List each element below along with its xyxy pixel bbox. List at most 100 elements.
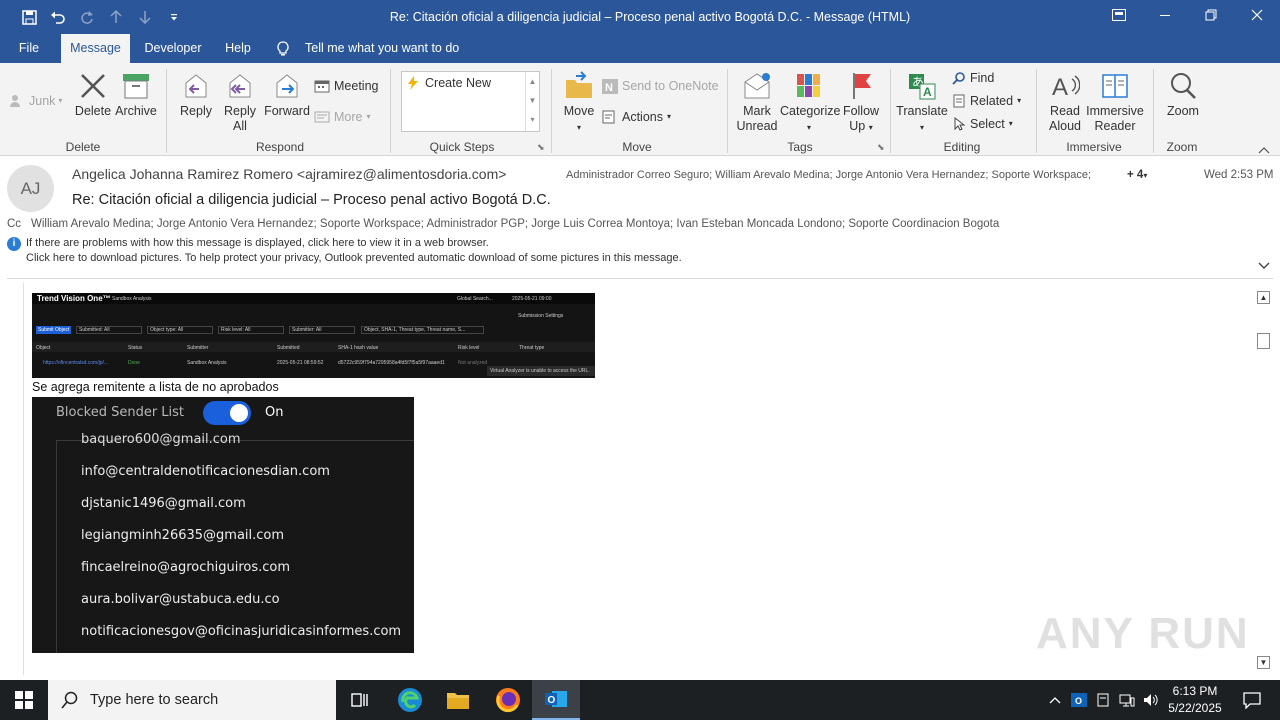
blocked-sender-list: baquero600@gmail.com info@centraldenotif… [56,432,414,653]
undo-icon[interactable] [44,0,72,34]
start-button[interactable] [0,680,48,720]
delete-button[interactable]: Delete [72,71,114,119]
firefox-taskbar-button[interactable] [484,680,532,720]
reply-icon [185,74,207,98]
read-aloud-button[interactable]: A Read Aloud [1042,71,1088,134]
scroll-up-icon[interactable]: ▲ [1257,291,1270,304]
mark-unread-button[interactable]: Mark Unread [734,71,780,134]
lightning-icon [408,76,418,90]
previous-item-icon[interactable] [102,0,130,34]
quick-step-create-new[interactable]: Create New [407,75,491,91]
group-separator [727,69,728,153]
forward-button[interactable]: Forward [264,71,310,119]
actions-button[interactable]: Actions ▾ [602,107,671,127]
expand-header-icon[interactable] [1258,257,1272,269]
group-separator [166,69,167,153]
archive-button[interactable]: Archive [114,71,158,119]
tv-row-sha1: d5722c959f794a7295958a4fd5f7f5a5f97aaaed… [338,360,445,366]
scroll-thumb[interactable] [1257,333,1270,349]
send-to-onenote-button[interactable]: N Send to OneNote [602,76,719,96]
dialog-launcher-icon[interactable]: ⬊ [537,142,545,153]
edge-taskbar-button[interactable] [386,680,434,720]
tell-me-box[interactable]: Tell me what you want to do [276,34,466,63]
categorize-button[interactable]: Categorize ▾ [780,71,840,135]
volume-icon[interactable] [1140,680,1162,720]
display-problem-notice[interactable]: If there are problems with how this mess… [26,237,489,249]
outlook-taskbar-button[interactable]: O [532,680,580,720]
ribbon-display-options-icon[interactable] [1096,0,1142,34]
follow-up-label-2: Up [849,119,866,133]
redo-icon[interactable] [73,0,101,34]
download-pictures-notice[interactable]: Click here to download pictures. To help… [26,252,682,264]
find-button[interactable]: Find [952,68,994,88]
move-button[interactable]: Move ▾ [560,71,598,135]
reply-all-button[interactable]: Reply All [220,71,260,134]
outlook-tray-icon[interactable]: O [1068,680,1090,720]
meeting-button[interactable]: Meeting [314,76,378,96]
show-hidden-icons-icon[interactable] [1044,680,1066,720]
restore-icon[interactable] [1188,0,1234,34]
tab-file[interactable]: File [8,34,50,63]
tv-col-threat: Threat type [519,345,545,351]
chevron-down-icon: ▾ [1143,171,1148,180]
junk-button[interactable]: Junk ▾ [10,91,62,111]
tab-message[interactable]: Message [61,34,130,63]
quick-steps-gallery: Create New ▲ ▼ ▾ [401,71,540,132]
next-item-icon[interactable] [131,0,159,34]
customize-quick-access-icon[interactable] [160,0,188,34]
scrollbar[interactable]: ▲ ▼ [1256,288,1272,672]
junk-label: Junk [29,94,56,108]
forward-icon [276,74,298,98]
send-to-onenote-label: Send to OneNote [622,79,719,93]
clock-date: 5/22/2025 [1168,701,1222,715]
tv-col-risk: Risk level [458,345,480,351]
dialog-launcher-icon[interactable]: ⬊ [877,142,885,153]
more-respond-button[interactable]: More ▾ [314,107,371,127]
follow-up-button[interactable]: Follow Up ▾ [840,71,882,135]
tab-developer[interactable]: Developer [138,34,208,63]
avatar[interactable]: AJ [7,165,54,212]
taskbar-search-box[interactable]: Type here to search [48,680,336,720]
close-icon[interactable] [1234,0,1280,34]
translate-icon: あA [909,74,936,100]
blocked-sender-item: fincaelreino@agrochiguiros.com [81,560,291,575]
network-icon[interactable] [1116,680,1138,720]
more-recipients-button[interactable]: + 4▾ [1127,169,1147,181]
notification-center-button[interactable] [1232,680,1272,720]
select-button[interactable]: Select ▾ [952,114,1013,134]
zoom-label: Zoom [1167,104,1199,118]
save-icon[interactable] [15,0,43,34]
minimize-icon[interactable] [1142,0,1188,34]
reply-button[interactable]: Reply [176,71,216,119]
scroll-down-icon[interactable]: ▼ [1257,656,1270,669]
translate-label: Translate [896,104,948,118]
task-view-button[interactable] [336,680,384,720]
find-label: Find [970,71,995,85]
collapse-ribbon-icon[interactable] [1258,141,1272,154]
immersive-reader-button[interactable]: Immersive Reader [1086,71,1144,134]
tab-help[interactable]: Help [216,34,260,63]
group-label-zoom: Zoom [1166,140,1198,154]
chevron-down-icon: ▾ [868,123,873,132]
tv-row-object: https://ofincentralsd.com/jp/... [43,360,109,366]
taskbar-clock[interactable]: 6:13 PM 5/22/2025 [1162,683,1228,717]
device-tray-icon[interactable] [1092,680,1114,720]
tv-filter-type: Object type: All [147,326,213,334]
related-button[interactable]: Related ▾ [952,91,1021,111]
tv-row-submitted: 2025-05-21 08:59:52 [277,360,324,366]
translate-button[interactable]: あA Translate ▾ [896,71,948,135]
quick-steps-scroll[interactable]: ▲ ▼ ▾ [525,72,539,131]
sender[interactable]: Angelica Johanna Ramirez Romero <ajramir… [72,166,506,182]
to-recipients[interactable]: Administrador Correo Seguro; William Are… [566,169,1091,181]
clock-time: 6:13 PM [1172,684,1218,698]
read-aloud-label: Read [1050,104,1080,118]
title-bar: Re: Citación oficial a diligencia judici… [0,0,1280,34]
zoom-button[interactable]: Zoom [1160,71,1206,119]
chevron-down-icon: ▾ [366,112,371,121]
svg-text:A: A [923,85,932,99]
file-explorer-taskbar-button[interactable] [434,680,482,720]
chevron-down-icon: ▾ [576,123,581,132]
more-label: More [334,110,363,124]
cc-recipients[interactable]: William Arevalo Medina; Jorge Antonio Ve… [31,218,999,230]
quote-border [23,283,24,675]
